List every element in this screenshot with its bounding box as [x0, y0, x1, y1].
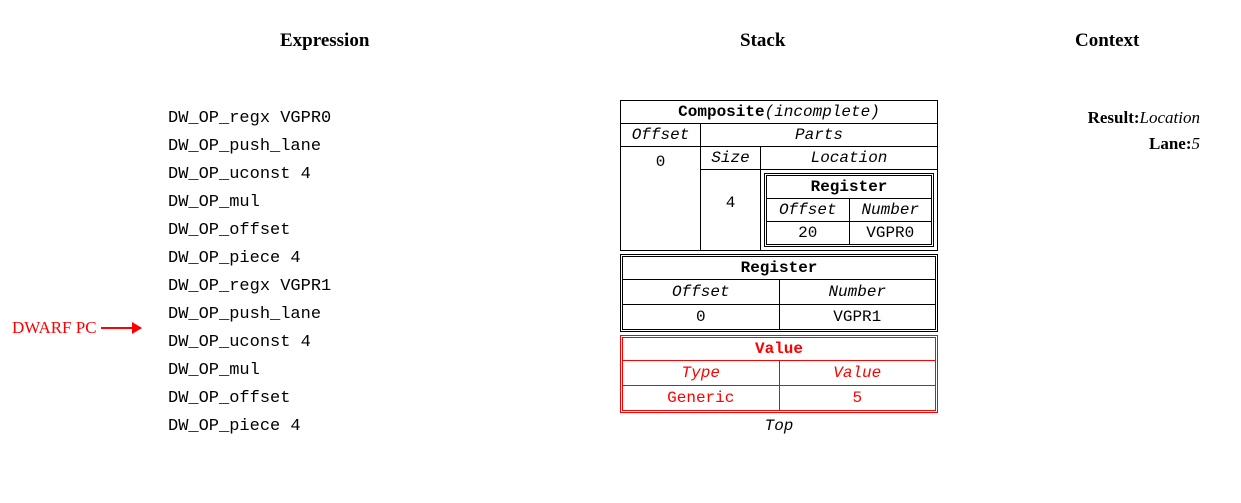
value-value-label: Value: [780, 361, 936, 386]
context-result-value: Location: [1140, 108, 1200, 127]
header-expression: Expression: [280, 30, 369, 52]
composite-title-row: Composite(incomplete): [621, 101, 937, 124]
context-lane-label: Lane:: [1149, 134, 1192, 153]
stack-composite: Composite(incomplete) Offset 0 Parts Siz…: [620, 100, 938, 251]
context-result-label: Result:: [1088, 108, 1140, 127]
composite-parts-label: Parts: [701, 124, 937, 147]
expr-op: DW_OP_piece 4: [168, 413, 331, 441]
context-lane-value: 5: [1192, 134, 1201, 153]
composite-size-label: Size: [701, 147, 760, 170]
value-title: Value: [623, 338, 935, 361]
expr-op: DW_OP_offset: [168, 385, 331, 413]
dwarf-pc-pointer: DWARF PC: [12, 318, 141, 338]
dwarf-pc-label: DWARF PC: [12, 318, 97, 338]
register-number-value: VGPR1: [780, 305, 936, 329]
value-type-label: Type: [623, 361, 780, 386]
context-column: Result:Location Lane:5: [1035, 105, 1200, 157]
register-title: Register: [623, 257, 935, 280]
expr-op: DW_OP_offset: [168, 217, 331, 245]
inner-register-offset-value: 20: [767, 222, 850, 244]
header-stack: Stack: [740, 30, 785, 52]
composite-title: Composite: [678, 103, 764, 121]
composite-offset-value: 0: [621, 147, 700, 225]
expr-op: DW_OP_regx VGPR1: [168, 273, 331, 301]
register-number-label: Number: [780, 280, 936, 305]
stack-column: Composite(incomplete) Offset 0 Parts Siz…: [620, 100, 940, 435]
inner-register-number-label: Number: [850, 199, 932, 222]
expr-op: DW_OP_piece 4: [168, 245, 331, 273]
inner-register-offset-label: Offset: [767, 199, 850, 222]
register-offset-label: Offset: [623, 280, 780, 305]
expr-op: DW_OP_mul: [168, 357, 331, 385]
value-value-value: 5: [780, 386, 936, 410]
value-type-value: Generic: [623, 386, 780, 410]
expr-op: DW_OP_push_lane: [168, 133, 331, 161]
expression-column: DW_OP_regx VGPR0 DW_OP_push_lane DW_OP_u…: [168, 105, 331, 441]
composite-location-label: Location: [761, 147, 937, 170]
composite-offset-label: Offset: [621, 124, 700, 147]
stack-register: Register Offset Number 0 VGPR1: [620, 254, 938, 332]
expr-op: DW_OP_uconst 4: [168, 329, 331, 357]
expr-op: DW_OP_push_lane: [168, 301, 331, 329]
stack-value: Value Type Value Generic 5: [620, 335, 938, 413]
composite-inner-register: Register Offset Number 20 VGPR0: [764, 173, 934, 247]
composite-status: (incomplete): [765, 103, 880, 121]
inner-register-number-value: VGPR0: [850, 222, 932, 244]
header-context: Context: [1075, 30, 1139, 52]
stack-top-label: Top: [620, 417, 938, 435]
composite-size-value: 4: [701, 170, 760, 236]
expr-op: DW_OP_uconst 4: [168, 161, 331, 189]
expr-op: DW_OP_regx VGPR0: [168, 105, 331, 133]
expr-op: DW_OP_mul: [168, 189, 331, 217]
inner-register-title: Register: [767, 176, 931, 199]
arrow-right-icon: [101, 327, 141, 329]
register-offset-value: 0: [623, 305, 780, 329]
